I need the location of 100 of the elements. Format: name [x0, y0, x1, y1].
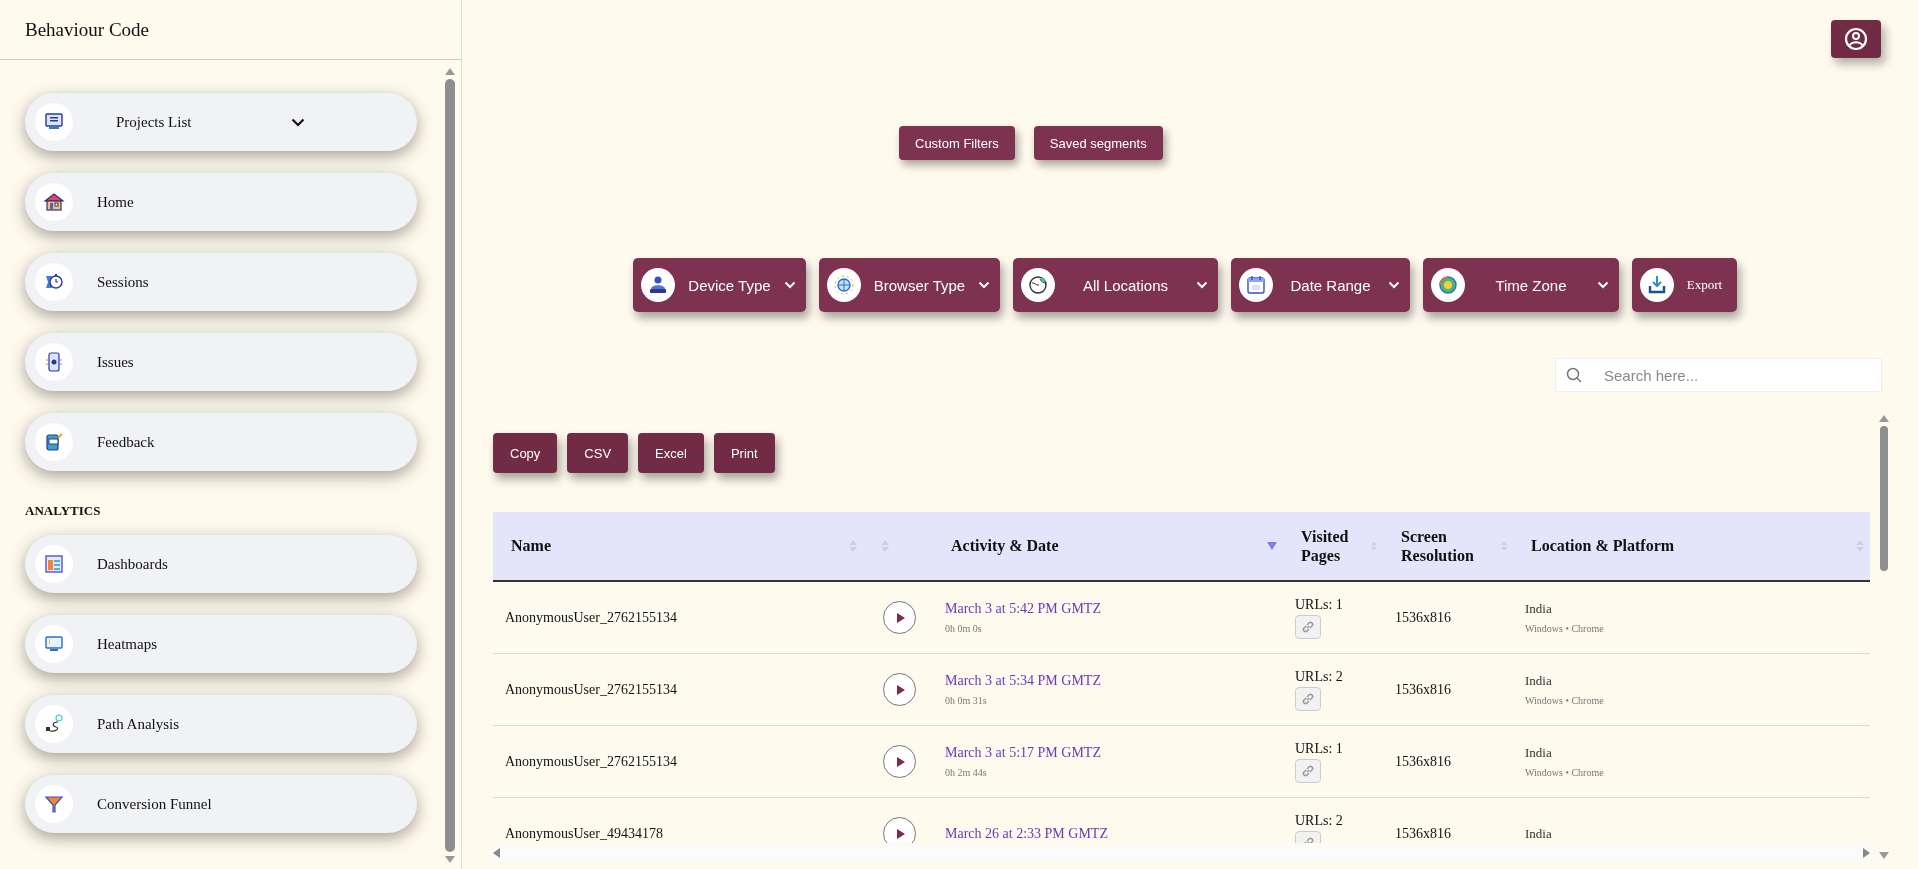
scroll-down-icon[interactable] — [1879, 852, 1889, 859]
segment-button[interactable]: Saved segments — [1033, 126, 1163, 160]
stopwatch-icon — [44, 272, 64, 292]
scroll-thumb[interactable] — [1880, 426, 1888, 571]
url-count: URLs: 1 — [1295, 596, 1343, 613]
export-format-button[interactable]: CSV — [567, 433, 629, 473]
chevron-down-icon — [1597, 281, 1609, 289]
scroll-thumb[interactable] — [445, 79, 455, 852]
filter-dropdown[interactable]: All Locations — [1013, 258, 1218, 312]
link-button[interactable] — [1295, 614, 1321, 639]
filter-dropdown[interactable]: Device Type — [633, 258, 806, 312]
user-name: AnonymousUser_2762155134 — [505, 681, 677, 697]
scroll-up-icon[interactable] — [1879, 415, 1889, 422]
location: India — [1525, 673, 1553, 689]
phone-bug-icon — [45, 352, 63, 372]
play-button[interactable] — [883, 745, 916, 778]
column-header[interactable]: Visited Pages — [1283, 512, 1383, 581]
activity-date-link[interactable]: March 3 at 5:17 PM GMTZ — [945, 745, 1277, 761]
url-count: URLs: 1 — [1295, 740, 1343, 757]
play-icon — [896, 683, 906, 696]
link-icon — [1301, 691, 1315, 706]
session-duration: 0h 2m 44s — [945, 767, 988, 778]
scroll-right-icon[interactable] — [1863, 848, 1870, 858]
link-button[interactable] — [1295, 758, 1321, 783]
globe-gear-icon — [833, 274, 855, 296]
funnel-icon — [44, 794, 64, 814]
platform: Windows • Chrome — [1525, 767, 1605, 778]
chevron-down-icon — [1196, 281, 1208, 289]
chevron-down-icon — [784, 281, 796, 289]
sidebar-item[interactable]: Conversion Funnel — [25, 775, 417, 833]
play-button[interactable] — [883, 673, 916, 706]
sidebar-item[interactable]: Heatmaps — [25, 615, 417, 673]
column-header[interactable]: Screen Resolution — [1383, 512, 1513, 581]
download-icon — [1646, 274, 1668, 296]
platform: Windows • Chrome — [1525, 695, 1605, 706]
section-header: ANALYTICS — [25, 503, 102, 519]
monitor-icon — [44, 634, 64, 654]
link-button[interactable] — [1295, 686, 1321, 711]
profile-button[interactable] — [1831, 20, 1881, 58]
path-icon — [44, 714, 64, 734]
location: India — [1525, 745, 1553, 761]
sidebar-item[interactable]: Feedback — [25, 413, 417, 471]
activity-date-link[interactable]: March 26 at 2:33 PM GMTZ — [945, 825, 1277, 842]
user-icon — [1844, 27, 1868, 51]
sidebar-item[interactable]: Dashboards — [25, 535, 417, 593]
scroll-up-icon[interactable] — [445, 68, 455, 75]
play-button[interactable] — [883, 817, 916, 843]
url-count: URLs: 2 — [1295, 812, 1343, 829]
horizontal-scrollbar[interactable] — [493, 845, 1870, 861]
calendar-icon — [1245, 274, 1267, 296]
location: India — [1525, 601, 1553, 617]
user-name: AnonymousUser_2762155134 — [505, 609, 677, 625]
url-count: URLs: 2 — [1295, 668, 1343, 685]
globe-clock-icon — [1437, 274, 1459, 296]
chevron-down-icon — [1388, 281, 1400, 289]
activity-date-link[interactable]: March 3 at 5:34 PM GMTZ — [945, 673, 1277, 689]
link-icon — [1301, 763, 1315, 778]
column-header[interactable]: Activity & Date — [933, 512, 1283, 581]
person-laptop-icon — [647, 274, 669, 296]
play-icon — [896, 755, 906, 768]
scroll-left-icon[interactable] — [493, 848, 500, 858]
search-field[interactable]: Search here... — [1555, 358, 1882, 392]
play-icon — [896, 611, 906, 624]
screen-resolution: 1536x816 — [1395, 681, 1451, 697]
sidebar-item[interactable]: Projects List — [25, 93, 417, 151]
sidebar-item[interactable]: Path Analysis — [25, 695, 417, 753]
search-input[interactable]: Search here... — [1602, 365, 1846, 385]
screen-resolution: 1536x816 — [1395, 825, 1451, 841]
column-header[interactable]: Location & Platform — [1513, 512, 1870, 581]
platform: Windows • Chrome — [1525, 623, 1605, 634]
sidebar-item[interactable]: Issues — [25, 333, 417, 391]
dashboard-icon — [44, 554, 64, 574]
filter-dropdown[interactable]: Date Range — [1231, 258, 1410, 312]
segment-button[interactable]: Custom Filters — [899, 126, 1015, 160]
screen-resolution: 1536x816 — [1395, 753, 1451, 769]
filter-dropdown[interactable]: Browser Type — [819, 258, 1000, 312]
scrollbar[interactable] — [1877, 415, 1891, 859]
column-header[interactable]: Name — [493, 512, 863, 581]
scrollbar[interactable] — [443, 68, 457, 863]
activity-date-link[interactable]: March 3 at 5:42 PM GMTZ — [945, 601, 1277, 617]
export-format-button[interactable]: Excel — [638, 433, 704, 473]
session-duration: 0h 0m 31s — [945, 695, 988, 706]
scroll-down-icon[interactable] — [445, 856, 455, 863]
monitor-list-icon — [44, 112, 64, 132]
search-icon — [1566, 367, 1582, 383]
session-duration: 0h 0m 0s — [945, 623, 983, 634]
user-name: AnonymousUser_2762155134 — [505, 753, 677, 769]
play-button[interactable] — [883, 601, 916, 634]
sidebar-item[interactable]: Sessions — [25, 253, 417, 311]
export-button[interactable]: Export — [1632, 258, 1737, 312]
house-icon — [43, 192, 65, 212]
sidebar-item[interactable]: Home — [25, 173, 417, 231]
user-name: AnonymousUser_49434178 — [505, 825, 663, 841]
export-format-button[interactable]: Copy — [493, 433, 558, 473]
export-format-button[interactable]: Print — [713, 433, 775, 473]
app-title: Behaviour Code — [25, 18, 149, 41]
play-icon — [896, 827, 906, 840]
globe-icon — [1027, 274, 1049, 296]
filter-dropdown[interactable]: Time Zone — [1423, 258, 1619, 312]
tablet-pencil-icon — [44, 432, 64, 452]
